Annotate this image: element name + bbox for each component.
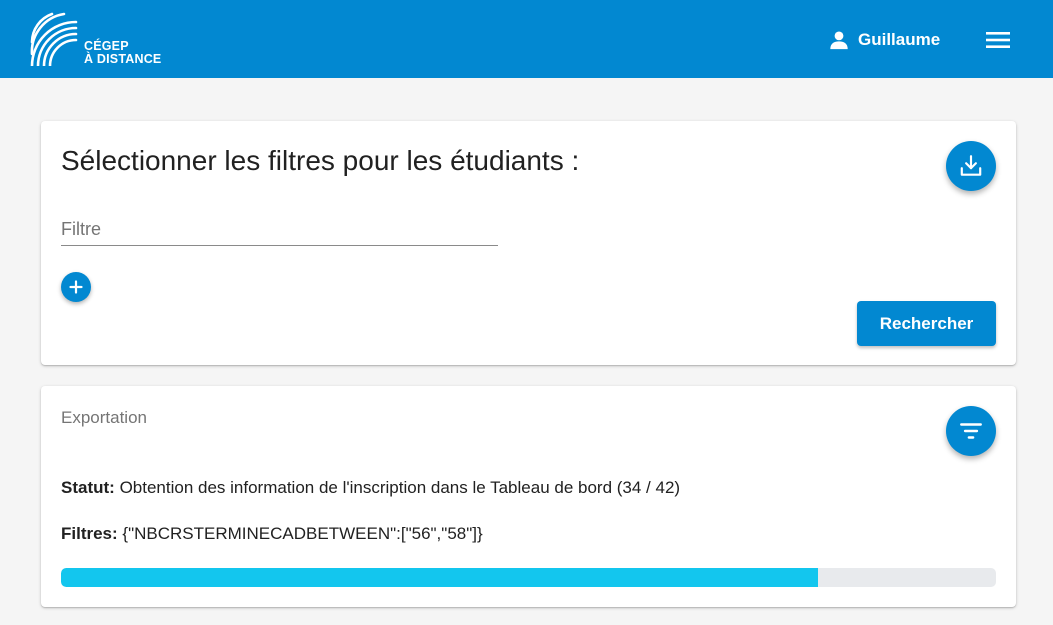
cegep-logo[interactable]: CÉGEP À DISTANCE — [30, 10, 180, 70]
user-menu[interactable]: Guillaume — [828, 28, 940, 52]
export-progress-bar — [61, 568, 996, 587]
plus-icon — [69, 280, 83, 294]
hamburger-menu-icon — [986, 32, 1010, 48]
status-value: Obtention des information de l'inscripti… — [119, 478, 681, 497]
person-icon — [830, 31, 848, 50]
download-button[interactable] — [946, 141, 996, 191]
user-name: Guillaume — [858, 30, 941, 49]
status-label: Statut: — [61, 478, 115, 497]
filters-label: Filtres: — [61, 524, 118, 543]
top-app-bar: CÉGEP À DISTANCE Guillaume — [0, 0, 1053, 78]
filters-value: {"NBCRSTERMINECADBETWEEN":["56","58"]} — [122, 524, 483, 543]
filter-input[interactable] — [61, 213, 498, 246]
logo-line-2: À DISTANCE — [84, 52, 162, 66]
export-card: Exportation Statut: Obtention des inform… — [41, 386, 1016, 607]
filters-line: Filtres: {"NBCRSTERMINECADBETWEEN":["56"… — [61, 524, 483, 544]
download-icon — [960, 155, 982, 176]
logo-text: CÉGEP À DISTANCE — [84, 40, 161, 66]
filter-toggle-button[interactable] — [946, 406, 996, 456]
export-progress-fill — [61, 568, 818, 587]
filters-card-title: Sélectionner les filtres pour les étudia… — [61, 145, 580, 176]
search-button[interactable]: Rechercher — [857, 301, 996, 346]
add-filter-button[interactable] — [61, 272, 91, 302]
hamburger-menu-button[interactable] — [984, 28, 1012, 52]
logo-arcs-icon — [30, 12, 78, 66]
status-line: Statut: Obtention des information de l'i… — [61, 478, 680, 498]
filter-list-icon — [960, 423, 982, 439]
export-card-title: Exportation — [61, 408, 147, 427]
filters-card: Sélectionner les filtres pour les étudia… — [41, 121, 1016, 365]
